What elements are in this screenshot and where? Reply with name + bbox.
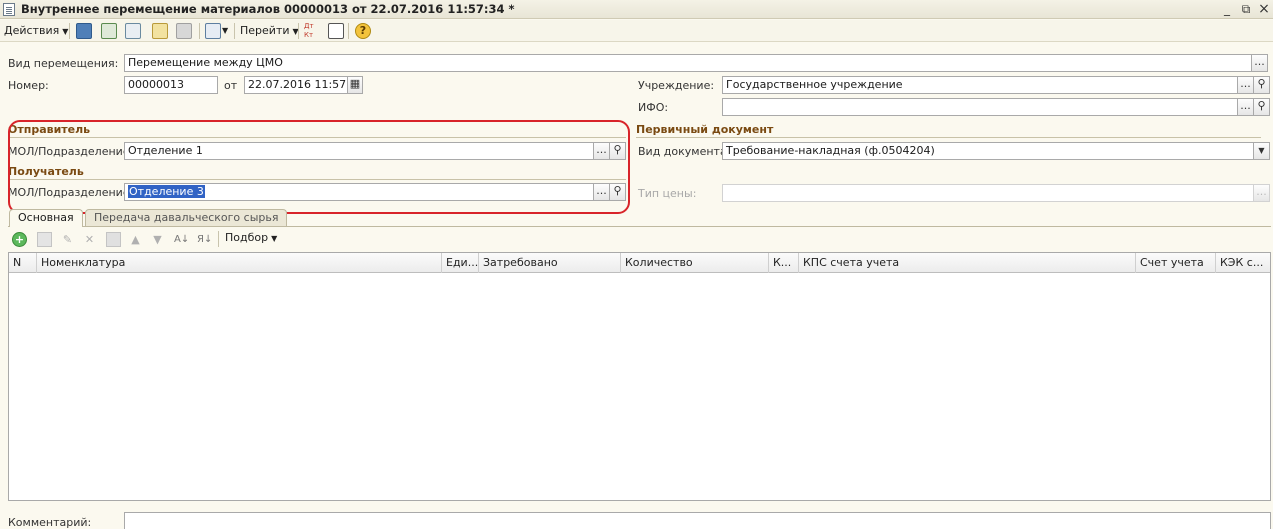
actions-menu[interactable]: Действия ▼: [4, 22, 68, 40]
move-type-field[interactable]: Перемещение между ЦМО: [124, 54, 1252, 72]
highlight-frame: [8, 120, 630, 214]
institution-search-icon[interactable]: ⚲: [1253, 76, 1270, 94]
column-header-kps[interactable]: КПС счета учета: [799, 253, 1136, 273]
minimize-button[interactable]: _: [1218, 1, 1236, 17]
refresh-icon[interactable]: [101, 23, 117, 39]
institution-field[interactable]: Государственное учреждение: [722, 76, 1238, 94]
goto-menu[interactable]: Перейти ▼: [240, 22, 299, 40]
date-from-label: от: [224, 79, 238, 92]
based-on-icon[interactable]: [205, 23, 221, 39]
price-type-select-button[interactable]: ...: [1253, 184, 1270, 202]
window-title: Внутреннее перемещение материалов 000000…: [21, 2, 515, 16]
save-icon[interactable]: [76, 23, 92, 39]
institution-label: Учреждение:: [638, 79, 715, 92]
column-header-k[interactable]: К...: [769, 253, 799, 273]
ifo-field[interactable]: [722, 98, 1238, 116]
dt-kt-icon[interactable]: Дт Кт: [304, 22, 320, 40]
main-toolbar: Действия ▼ ▼ Перейти ▼ Дт Кт ?: [0, 20, 1273, 42]
move-down-icon[interactable]: ▼: [150, 232, 165, 247]
move-up-icon[interactable]: ▲: [128, 232, 143, 247]
selection-menu[interactable]: Подбор ▼: [225, 229, 277, 247]
title-bar: Внутреннее перемещение материалов 000000…: [0, 0, 1273, 19]
date-field[interactable]: 22.07.2016 11:57:34: [244, 76, 348, 94]
doc-type-field[interactable]: Требование-накладная (ф.0504204): [722, 142, 1254, 160]
column-header-number[interactable]: N: [9, 253, 37, 273]
restore-button[interactable]: ⧉: [1237, 1, 1255, 17]
edit-row-icon[interactable]: ✎: [60, 232, 75, 247]
column-header-nomenclature[interactable]: Номенклатура: [37, 253, 442, 273]
post-icon[interactable]: [152, 23, 168, 39]
ifo-search-icon[interactable]: ⚲: [1253, 98, 1270, 116]
report-icon[interactable]: [328, 23, 344, 39]
copy-icon[interactable]: [125, 23, 141, 39]
column-header-account[interactable]: Счет учета: [1136, 253, 1216, 273]
ifo-select-button[interactable]: ...: [1237, 98, 1254, 116]
ifo-label: ИФО:: [638, 101, 669, 114]
add-row-icon[interactable]: +: [12, 232, 27, 247]
help-icon[interactable]: ?: [355, 23, 371, 39]
tab-main[interactable]: Основная: [9, 209, 83, 227]
table-header: N Номенклатура Еди... Затребовано Количе…: [9, 253, 1270, 273]
column-header-quantity[interactable]: Количество: [621, 253, 769, 273]
document-icon: [3, 3, 15, 16]
sort-desc-icon[interactable]: Я↓: [197, 232, 212, 247]
materials-table[interactable]: N Номенклатура Еди... Затребовано Количе…: [8, 252, 1271, 501]
move-type-select-button[interactable]: ...: [1251, 54, 1268, 72]
number-field[interactable]: 00000013: [124, 76, 218, 94]
doc-type-label: Вид документа:: [638, 145, 731, 158]
sort-asc-icon[interactable]: A↓: [174, 232, 189, 247]
column-header-kek[interactable]: КЭК с...: [1216, 253, 1270, 273]
tab-tolling-materials[interactable]: Передача давальческого сырья: [85, 209, 288, 227]
copy-row-icon[interactable]: [37, 232, 52, 247]
price-type-label: Тип цены:: [638, 187, 697, 200]
calendar-icon[interactable]: ▦: [347, 76, 363, 94]
end-edit-icon[interactable]: [106, 232, 121, 247]
based-on-dropdown[interactable]: ▼: [222, 22, 228, 40]
column-header-requested[interactable]: Затребовано: [479, 253, 621, 273]
price-type-field[interactable]: [722, 184, 1254, 202]
comment-label: Комментарий:: [8, 516, 92, 529]
comment-field[interactable]: [124, 512, 1271, 529]
move-type-label: Вид перемещения:: [8, 57, 119, 70]
column-header-unit[interactable]: Еди...: [442, 253, 479, 273]
institution-select-button[interactable]: ...: [1237, 76, 1254, 94]
doc-type-dropdown-button[interactable]: ▼: [1253, 142, 1270, 160]
print-icon[interactable]: [176, 23, 192, 39]
number-label: Номер:: [8, 79, 49, 92]
close-button[interactable]: ×: [1255, 1, 1273, 17]
primary-doc-section-title: Первичный документ: [636, 123, 774, 136]
delete-row-icon[interactable]: ✕: [82, 232, 97, 247]
